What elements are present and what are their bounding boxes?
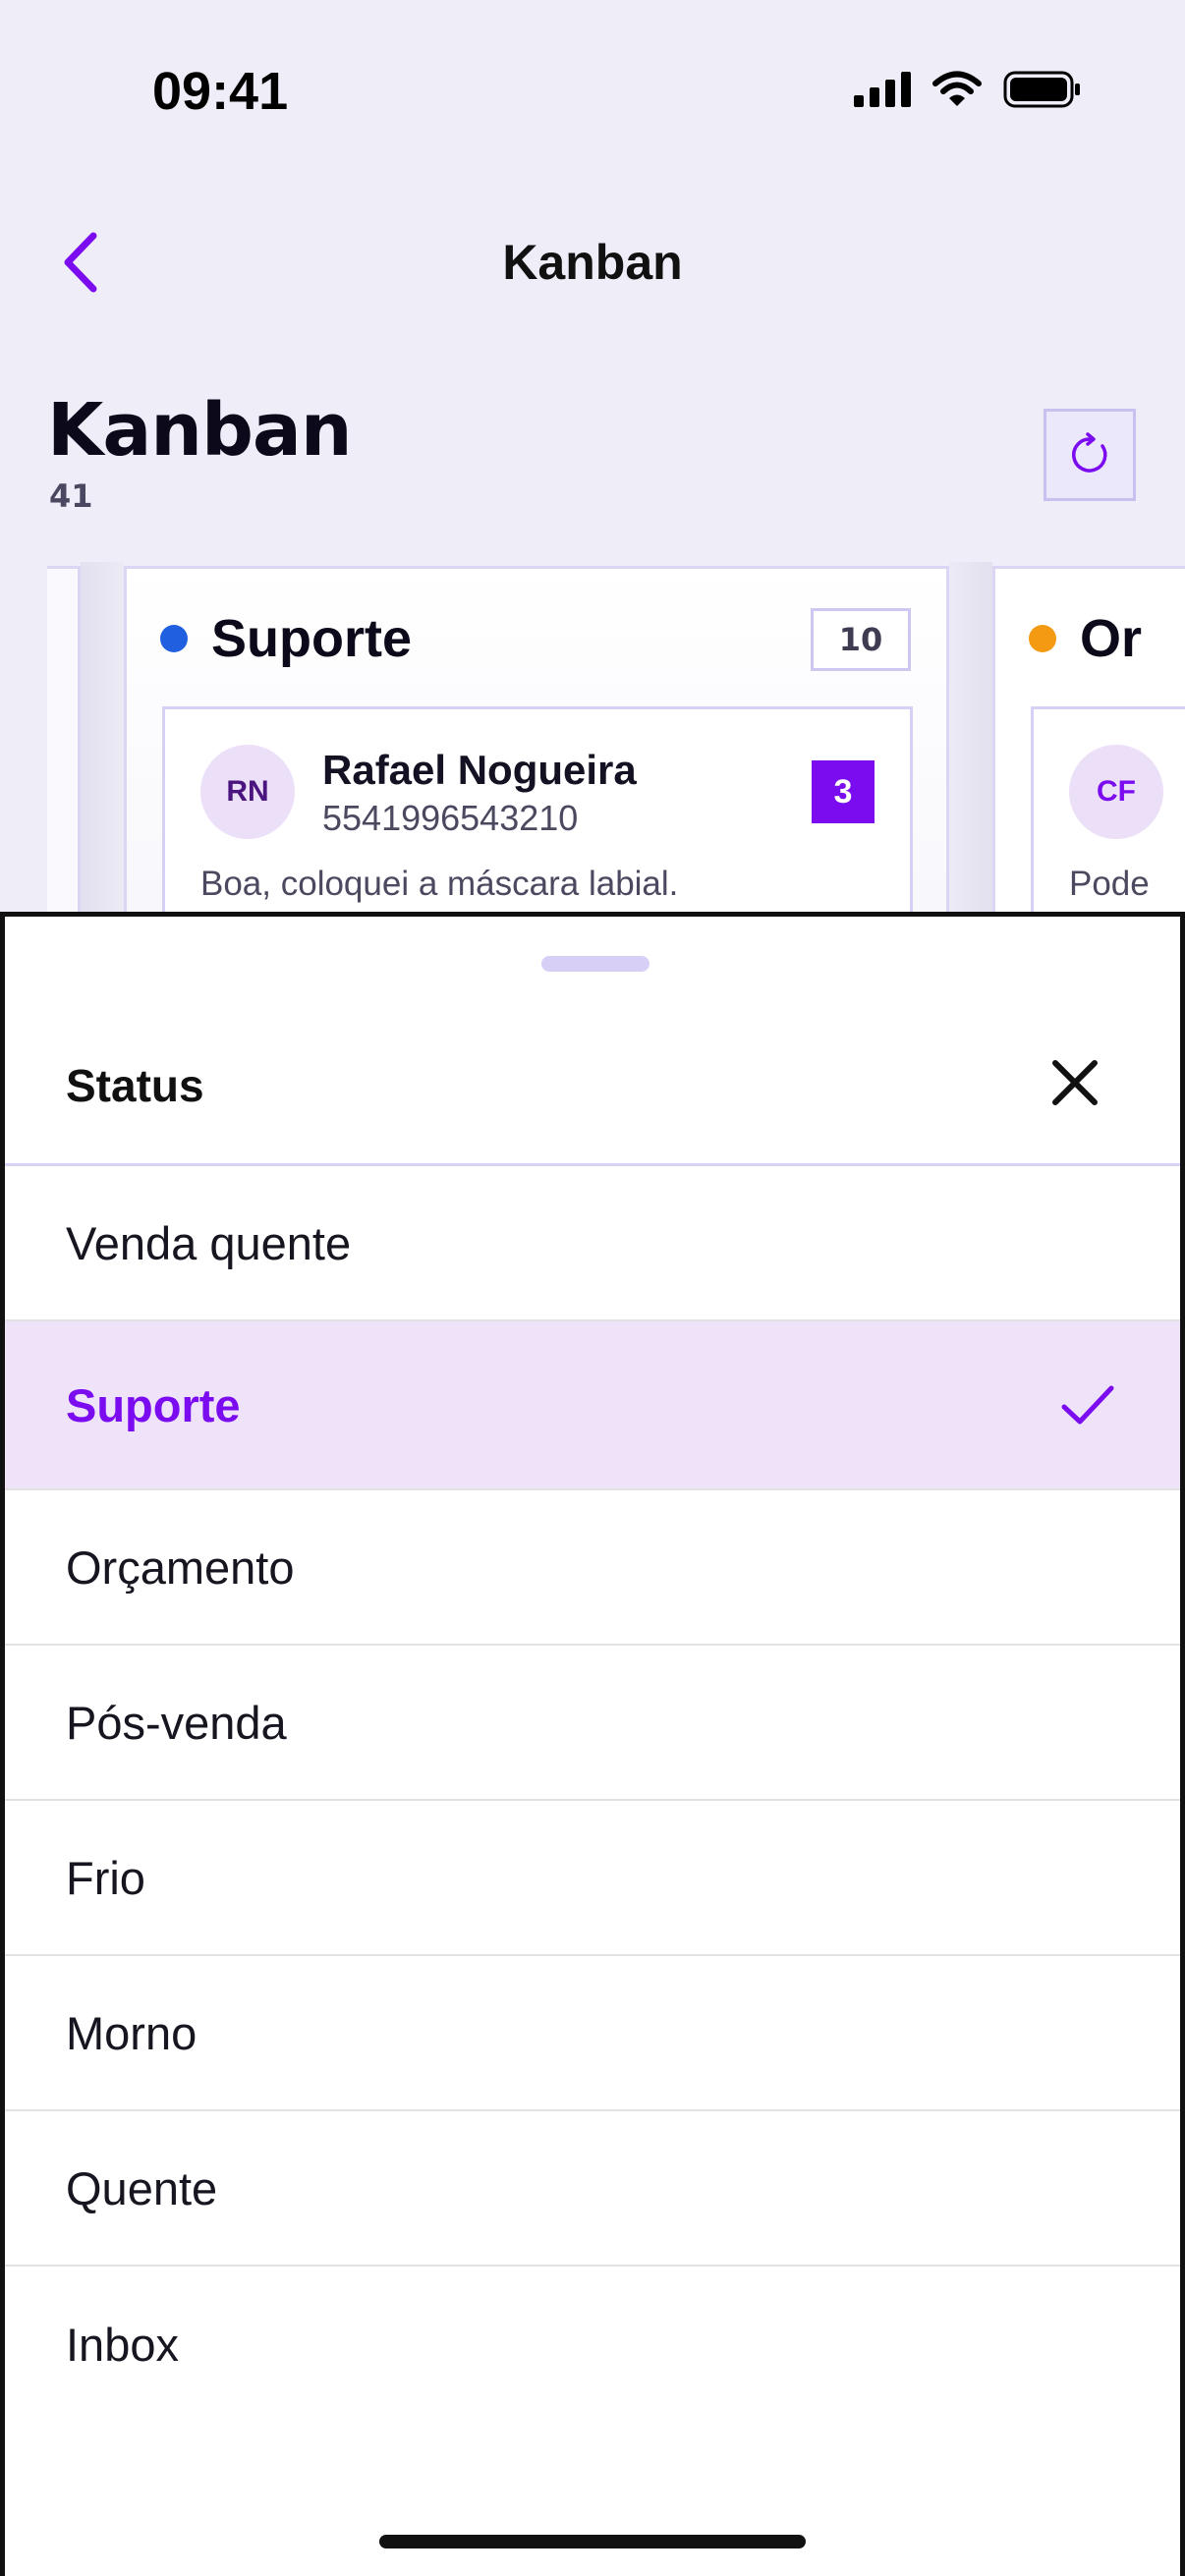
message-preview: Boa, coloquei a máscara labial. [200,865,679,903]
sheet-title: Status [66,1060,204,1111]
kanban-column-suporte[interactable]: Suporte 10 RN Rafael Nogueira 5541996543… [124,566,949,916]
sheet-grabber[interactable] [541,956,649,972]
column-title: Suporte [211,609,413,668]
refresh-button[interactable] [1044,409,1136,501]
message-preview: Pode [1069,865,1150,903]
cellular-signal-icon [854,72,911,107]
refresh-icon [1072,432,1107,473]
check-icon [1061,1385,1114,1425]
home-indicator [379,2535,806,2548]
lead-name: Rafael Nogueira [322,747,637,793]
column-gap [81,562,124,916]
kanban-column-previous[interactable] [47,566,81,916]
kanban-column-orcamento[interactable]: Or CF Pode [992,566,1185,916]
nav-title: Kanban [502,235,683,290]
avatar: CF [1069,745,1163,839]
column-header: Suporte [160,608,412,669]
column-color-dot [160,625,188,652]
option-label: Pós-venda [66,1696,287,1749]
status-option-list: Venda quente Suporte Orçamento Pós-venda… [5,1166,1180,2422]
lead-card[interactable]: RN Rafael Nogueira 5541996543210 3 Boa, … [162,706,913,916]
column-title: Or [1080,609,1143,668]
column-header: Or [1029,608,1142,669]
lead-phone: 5541996543210 [322,798,579,838]
option-label: Orçamento [66,1540,295,1594]
status-option-orcamento[interactable]: Orçamento [5,1490,1180,1646]
battery-icon [1003,71,1080,108]
status-time: 09:41 [152,62,289,121]
lead-card[interactable]: CF Pode [1031,706,1185,916]
status-option-venda-quente[interactable]: Venda quente [5,1166,1180,1321]
status-icons [854,71,1082,108]
status-option-morno[interactable]: Morno [5,1956,1180,2111]
close-button[interactable] [1044,1052,1105,1113]
column-gap [949,562,992,916]
option-label: Inbox [66,2318,179,2371]
option-label: Quente [66,2161,218,2214]
status-option-quente[interactable]: Quente [5,2111,1180,2267]
wifi-icon [932,71,982,106]
close-icon [1052,1060,1098,1105]
avatar: RN [200,745,295,839]
total-count: 41 [49,477,93,515]
column-count-badge: 10 [811,608,911,671]
status-option-suporte[interactable]: Suporte [5,1321,1180,1490]
kanban-board[interactable]: Suporte 10 RN Rafael Nogueira 5541996543… [0,562,1185,916]
status-bar: 09:41 [0,0,1185,187]
option-label: Frio [66,1851,145,1904]
status-option-frio[interactable]: Frio [5,1801,1180,1956]
status-option-pos-venda[interactable]: Pós-venda [5,1646,1180,1801]
option-label: Venda quente [66,1216,352,1269]
unread-badge: 3 [812,760,875,823]
page-title: Kanban [47,388,353,473]
column-color-dot [1029,625,1056,652]
status-option-inbox[interactable]: Inbox [5,2267,1180,2422]
option-label: Suporte [66,1378,241,1431]
option-label: Morno [66,2006,198,2059]
sheet-header: Status [5,985,1180,1166]
status-bottom-sheet[interactable]: Status Venda quente Suporte Orçamento Pó… [0,912,1185,2576]
